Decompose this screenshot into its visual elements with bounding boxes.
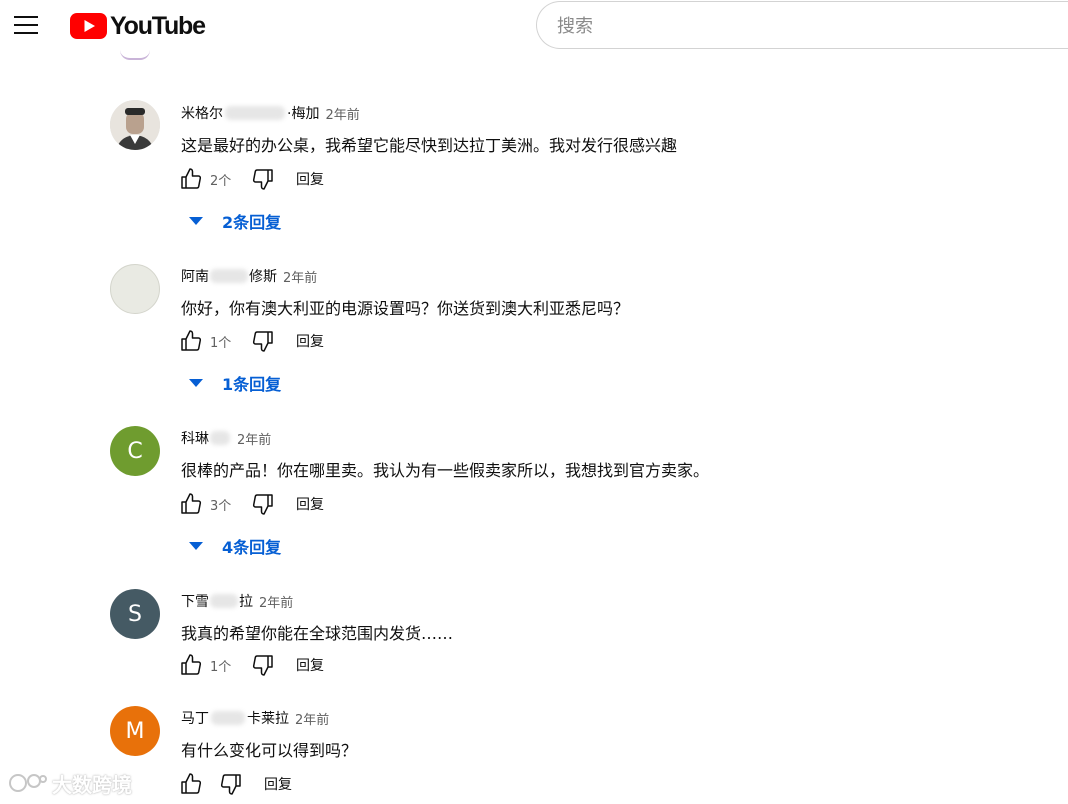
comment-text: 我真的希望你能在全球范围内发货…… [181,624,454,643]
replies-count-label: 1条回复 [222,375,282,394]
replies-count-label: 2条回复 [222,213,282,232]
comment-text: 很棒的产品！你在哪里卖。我认为有一些假卖家所以，我想找到官方卖家。 [181,461,710,480]
comment-author-line: 阿南 修斯 2年前 [181,266,317,286]
watermark-text: 大数跨境 [52,772,132,797]
redacted-name [210,269,248,283]
dislike-icon[interactable] [250,652,276,678]
expand-triangle-icon [189,217,203,225]
redacted-name [210,431,230,445]
reply-button[interactable]: 回复 [296,169,324,189]
youtube-play-icon [70,13,107,39]
author-name[interactable]: 阿南 [181,266,209,286]
author-name-end[interactable]: 卡莱拉 [247,708,289,728]
comment-text: 有什么变化可以得到吗？ [181,741,358,760]
redacted-name [210,594,238,608]
comment-text: 你好，你有澳大利亚的电源设置吗？你送货到澳大利亚悉尼吗？ [181,299,630,318]
user-photo-icon [110,100,160,150]
previous-avatar-edge [120,50,150,60]
avatar[interactable]: S [110,589,160,639]
youtube-logo[interactable]: YouTube [70,11,206,40]
dislike-icon[interactable] [218,771,244,797]
expand-triangle-icon [189,379,203,387]
author-name[interactable]: 马丁 [181,708,209,728]
comment-timestamp[interactable]: 2年前 [283,267,317,286]
menu-icon[interactable] [10,10,42,40]
dislike-icon[interactable] [250,166,276,192]
author-name[interactable]: 米格尔 [181,103,223,123]
like-icon[interactable] [178,491,204,517]
reply-button[interactable]: 回复 [296,494,324,514]
reply-button[interactable]: 回复 [296,655,324,675]
author-name-end[interactable]: 修斯 [249,266,277,286]
comment-timestamp[interactable]: 2年前 [237,429,271,448]
masthead: YouTube [0,0,1068,56]
comment-author-line: 科琳 2年前 [181,428,271,448]
replies-count-label: 4条回复 [222,538,282,557]
search-box[interactable] [536,1,1068,49]
view-replies-button[interactable]: 2条回复 [186,209,281,233]
like-count: 3个 [210,498,232,514]
author-name[interactable]: 下雪 [181,591,209,611]
like-icon[interactable] [178,771,204,797]
watermark: 大数跨境 [8,768,132,798]
redacted-name [211,711,245,725]
comment-text: 这是最好的办公桌，我希望它能尽快到达拉丁美洲。我对发行很感兴趣 [181,136,678,155]
watermark-logo-icon [9,774,47,792]
dislike-icon[interactable] [250,491,276,517]
comment-timestamp[interactable]: 2年前 [295,709,329,728]
redacted-name [225,106,285,120]
view-replies-button[interactable]: 4条回复 [186,534,281,558]
comment-author-line: 马丁 卡莱拉 2年前 [181,708,329,728]
like-icon[interactable] [178,652,204,678]
avatar[interactable] [110,264,160,314]
logo-text: YouTube [110,11,206,40]
avatar[interactable]: M [110,706,160,756]
comment-actions: 回复 [178,771,292,797]
like-count: 2个 [210,173,232,189]
avatar[interactable] [110,100,160,150]
comment-author-line: 米格尔 ·梅加 2年前 [181,103,360,123]
reply-button[interactable]: 回复 [296,331,324,351]
like-count: 1个 [210,335,232,351]
author-name-end[interactable]: 拉 [239,591,253,611]
dislike-icon[interactable] [250,328,276,354]
comment-actions: 3个 回复 [178,491,324,517]
like-icon[interactable] [178,328,204,354]
avatar-letter: S [128,601,142,627]
comment-author-line: 下雪 拉 2年前 [181,591,293,611]
comment-actions: 1个 回复 [178,652,324,678]
view-replies-button[interactable]: 1条回复 [186,371,281,395]
comment-timestamp[interactable]: 2年前 [259,592,293,611]
comment-actions: 2个 回复 [178,166,324,192]
comment-timestamp[interactable]: 2年前 [325,104,359,123]
author-name-end[interactable]: ·梅加 [287,103,319,123]
like-icon[interactable] [178,166,204,192]
reply-button[interactable]: 回复 [264,774,292,794]
avatar-letter: C [127,438,143,464]
like-count: 1个 [210,659,232,675]
author-name[interactable]: 科琳 [181,428,209,448]
expand-triangle-icon [189,542,203,550]
search-input[interactable] [557,14,1057,38]
avatar-letter: M [125,718,145,744]
avatar[interactable]: C [110,426,160,476]
comment-actions: 1个 回复 [178,328,324,354]
